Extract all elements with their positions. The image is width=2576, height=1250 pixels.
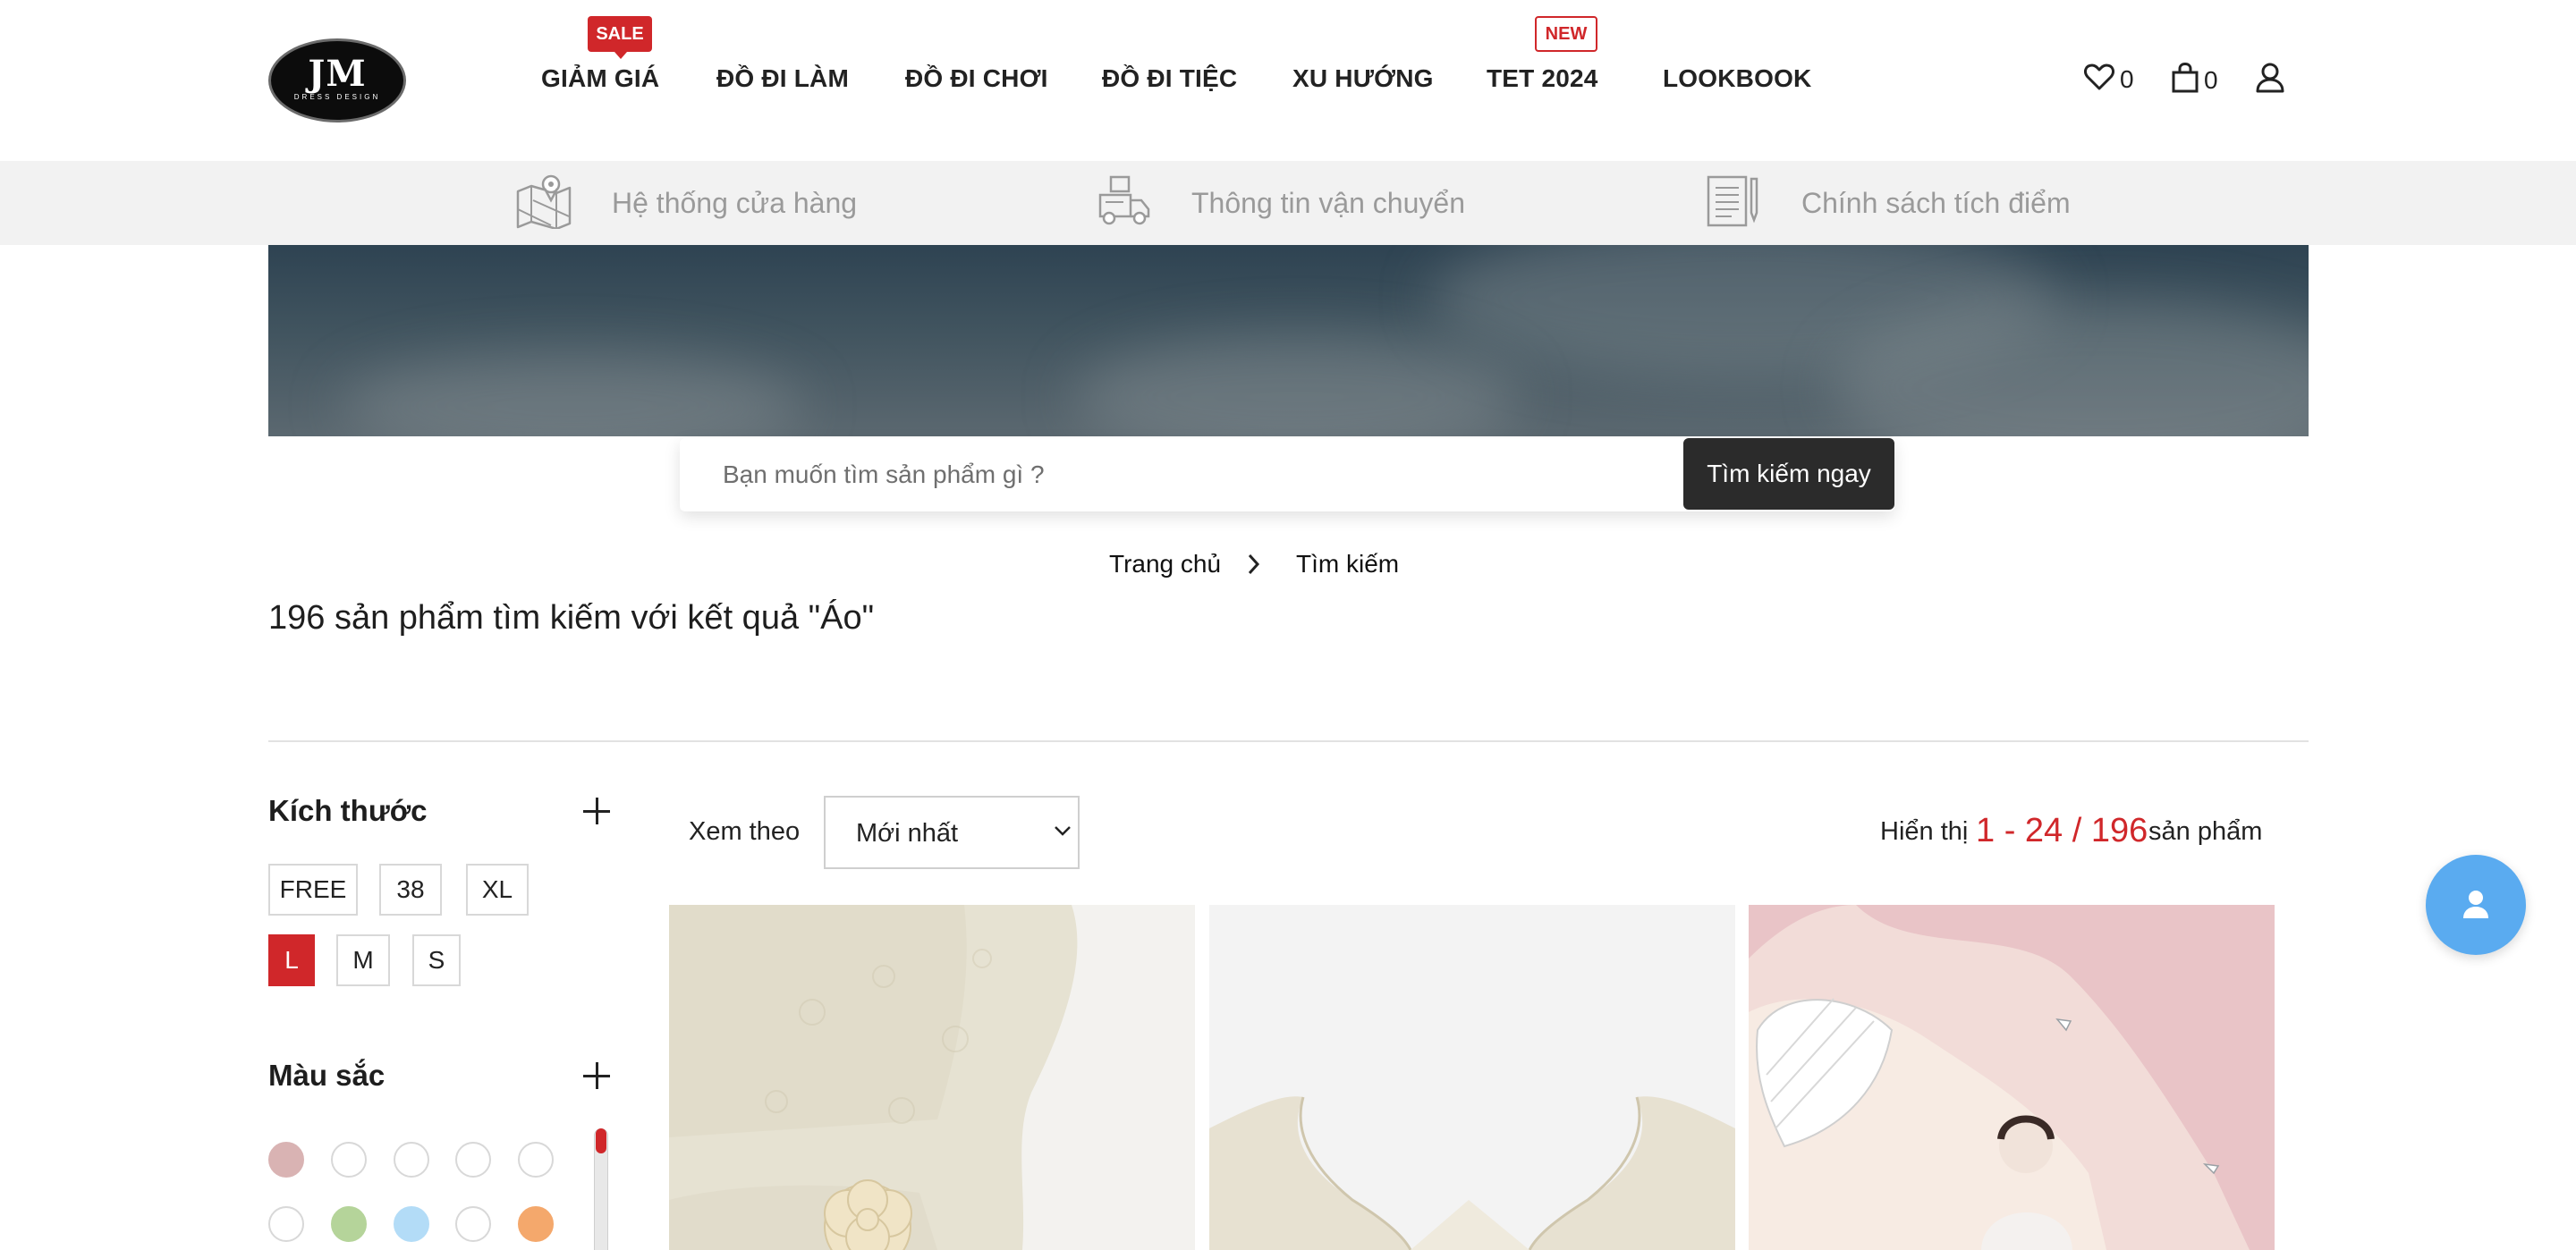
service-info-bar: Hệ thống cửa hàng Thông tin vận chuyển C… (0, 161, 2576, 245)
new-badge: NEW (1535, 16, 1597, 52)
product-card[interactable] (1209, 905, 1735, 1250)
color-swatch[interactable] (455, 1142, 491, 1178)
nav-item-party-wear[interactable]: ĐỒ ĐI TIỆC (1102, 63, 1237, 95)
chevron-right-icon (1247, 553, 1261, 580)
color-swatch[interactable] (331, 1206, 367, 1242)
product-image (669, 905, 1195, 1250)
color-list-scroll-thumb[interactable] (596, 1128, 606, 1153)
cloud-shape (1073, 334, 1521, 436)
size-option-free[interactable]: FREE (268, 864, 358, 916)
color-swatch[interactable] (518, 1206, 554, 1242)
loyalty-policy-link[interactable]: Chính sách tích điểm (1705, 175, 2071, 231)
color-swatch[interactable] (331, 1142, 367, 1178)
color-swatch[interactable] (394, 1206, 429, 1242)
sale-badge: SALE (588, 16, 652, 59)
user-icon (2462, 889, 2489, 924)
floating-contact-button[interactable] (2426, 855, 2526, 955)
cart-count: 0 (2204, 65, 2218, 94)
showing-suffix: sản phẩm (2148, 817, 2263, 846)
wishlist-button[interactable]: 0 (2084, 63, 2134, 96)
color-swatch[interactable] (268, 1206, 304, 1242)
size-option-m[interactable]: M (336, 934, 390, 986)
shopping-bag-icon (2172, 62, 2199, 97)
chevron-down-icon (1053, 824, 1072, 841)
nav-item-sale[interactable]: GIẢM GIÁ (541, 63, 659, 95)
breadcrumb-home[interactable]: Trang chủ (1109, 550, 1221, 579)
color-swatch[interactable] (394, 1142, 429, 1178)
color-filter-expand-icon[interactable] (583, 1062, 610, 1089)
showing-range: 1 - 24 / 196 (1976, 812, 2148, 849)
search-button[interactable]: Tìm kiếm ngay (1683, 438, 1894, 510)
breadcrumb-current: Tìm kiếm (1296, 550, 1400, 578)
store-system-label: Hệ thống cửa hàng (612, 186, 858, 219)
nav-item-trends[interactable]: XU HƯỚNG (1292, 63, 1434, 95)
search-result-title: 196 sản phẩm tìm kiếm với kết quả "Áo" (268, 599, 875, 637)
color-swatch[interactable] (268, 1142, 304, 1178)
site-header: JM DRESS DESIGN SALE NEW GIẢM GIÁ ĐỒ ĐI … (0, 0, 2576, 161)
policy-document-icon (1705, 173, 1762, 233)
loyalty-policy-label: Chính sách tích điểm (1801, 186, 2071, 219)
cloud-shape (340, 352, 805, 436)
nav-item-casual-wear[interactable]: ĐỒ ĐI CHƠI (905, 63, 1048, 95)
cart-button[interactable]: 0 (2172, 62, 2218, 97)
size-option-s[interactable]: S (412, 934, 461, 986)
size-option-xl[interactable]: XL (466, 864, 529, 916)
shipping-info-link[interactable]: Thông tin vận chuyển (1097, 175, 1465, 231)
color-swatch[interactable] (518, 1142, 554, 1178)
logo-subtext: DRESS DESIGN (293, 93, 381, 101)
sort-dropdown[interactable]: Mới nhất (824, 796, 1080, 869)
product-card[interactable] (1749, 905, 2275, 1250)
section-divider (268, 740, 2309, 742)
sort-selected-value: Mới nhất (856, 819, 959, 848)
account-button[interactable] (2256, 63, 2284, 97)
search-bar: Tìm kiếm ngay (680, 438, 1894, 511)
heart-icon (2084, 63, 2114, 96)
nav-item-work-wear[interactable]: ĐỒ ĐI LÀM (716, 63, 849, 95)
size-filter-expand-icon[interactable] (583, 798, 610, 824)
site-logo[interactable]: JM DRESS DESIGN (268, 38, 406, 122)
user-icon (2256, 63, 2284, 97)
search-input[interactable] (680, 438, 1683, 511)
color-swatch[interactable] (455, 1206, 491, 1242)
size-option-38[interactable]: 38 (379, 864, 442, 916)
product-image (1209, 905, 1735, 1250)
nav-item-lookbook[interactable]: LOOKBOOK (1663, 63, 1811, 95)
wishlist-count: 0 (2120, 64, 2134, 93)
store-map-icon (515, 173, 572, 233)
product-image (1749, 905, 2275, 1250)
logo-text: JM (308, 53, 367, 95)
shipping-info-label: Thông tin vận chuyển (1191, 186, 1465, 219)
size-filter-title: Kích thước (268, 794, 428, 827)
sort-label: Xem theo (689, 817, 801, 846)
size-option-l[interactable]: L (268, 934, 315, 986)
store-system-link[interactable]: Hệ thống cửa hàng (515, 173, 858, 233)
nav-item-tet-2024[interactable]: TET 2024 (1487, 63, 1598, 95)
product-card[interactable] (669, 905, 1195, 1250)
color-filter-title: Màu sắc (268, 1059, 386, 1092)
delivery-truck-icon (1097, 173, 1152, 233)
breadcrumb: Trang chủ Tìm kiếm (0, 550, 2576, 580)
showing-prefix: Hiển thị (1880, 817, 1969, 846)
hero-banner (268, 245, 2309, 436)
